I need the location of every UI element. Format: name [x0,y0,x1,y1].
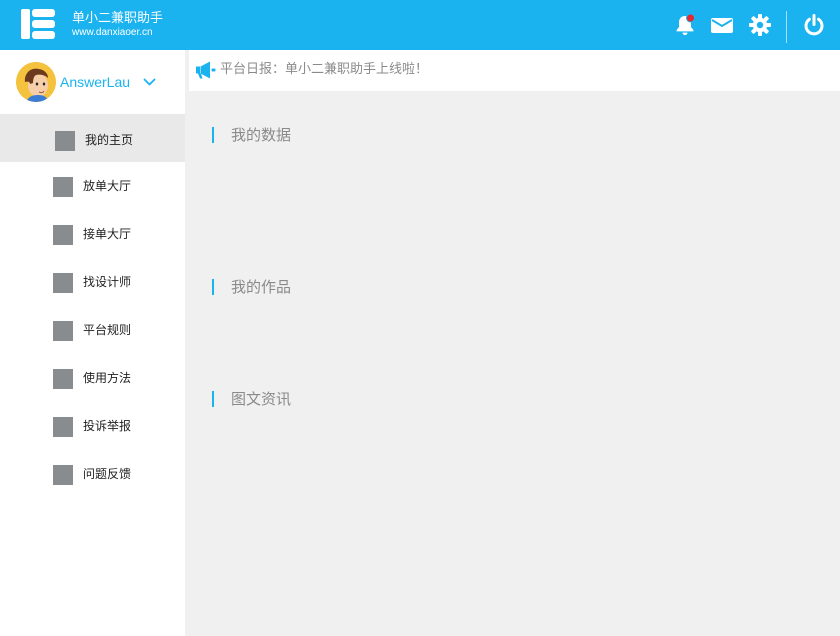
designer-icon [53,273,73,293]
announcement-text: 平台日报：单小二兼职助手上线啦！ [220,62,429,77]
brand-url: www.danxiaoer.cn [72,27,153,38]
gear-icon[interactable] [748,13,772,37]
sidebar-item-post-order-hall[interactable]: 放单大厅 [0,162,185,210]
avatar[interactable] [16,62,56,102]
take-order-icon [53,225,73,245]
sidebar-item-label: 放单大厅 [83,179,132,193]
sidebar-item-label: 找设计师 [83,275,132,289]
section-title-my-data: 我的数据 [212,127,291,143]
sidebar-item-feedback[interactable]: 问题反馈 [0,450,185,498]
mail-icon[interactable] [710,13,734,37]
sidebar-item-label: 我的主页 [85,133,134,147]
sidebar: AnswerLau 我的主页 放单大厅 接单大厅 找设计师 平台规则 使用方法 [0,50,185,636]
user-menu[interactable]: AnswerLau [0,50,185,114]
notification-bell-icon[interactable] [673,13,697,37]
sidebar-item-label: 平台规则 [83,323,132,337]
complaint-icon [53,417,73,437]
sidebar-item-label: 接单大厅 [83,227,132,241]
chevron-down-icon[interactable] [143,76,156,88]
feedback-icon [53,465,73,485]
announcement-bar[interactable]: 平台日报：单小二兼职助手上线啦！ [189,50,840,91]
app-logo[interactable] [21,9,55,39]
sidebar-item-complaints[interactable]: 投诉举报 [0,402,185,450]
post-order-icon [53,177,73,197]
sidebar-item-take-order-hall[interactable]: 接单大厅 [0,210,185,258]
sidebar-item-label: 投诉举报 [83,419,132,433]
username: AnswerLau [60,74,131,90]
megaphone-icon [196,61,216,79]
top-header: 单小二兼职助手 www.danxiaoer.cn [0,0,840,50]
sidebar-nav: 我的主页 放单大厅 接单大厅 找设计师 平台规则 使用方法 投诉举报 问题反馈 [0,114,185,498]
guide-icon [53,369,73,389]
sidebar-item-label: 使用方法 [83,371,132,385]
sidebar-item-find-designer[interactable]: 找设计师 [0,258,185,306]
sidebar-item-how-to-use[interactable]: 使用方法 [0,354,185,402]
section-title-news: 图文资讯 [212,391,291,407]
section-title-my-works: 我的作品 [212,279,291,295]
brand-name: 单小二兼职助手 [72,11,164,26]
power-icon[interactable] [802,13,826,37]
rules-icon [53,321,73,341]
sidebar-item-home[interactable]: 我的主页 [0,114,185,162]
home-icon [55,131,75,151]
sidebar-item-label: 问题反馈 [83,467,132,481]
sidebar-item-platform-rules[interactable]: 平台规则 [0,306,185,354]
header-divider [786,11,787,43]
